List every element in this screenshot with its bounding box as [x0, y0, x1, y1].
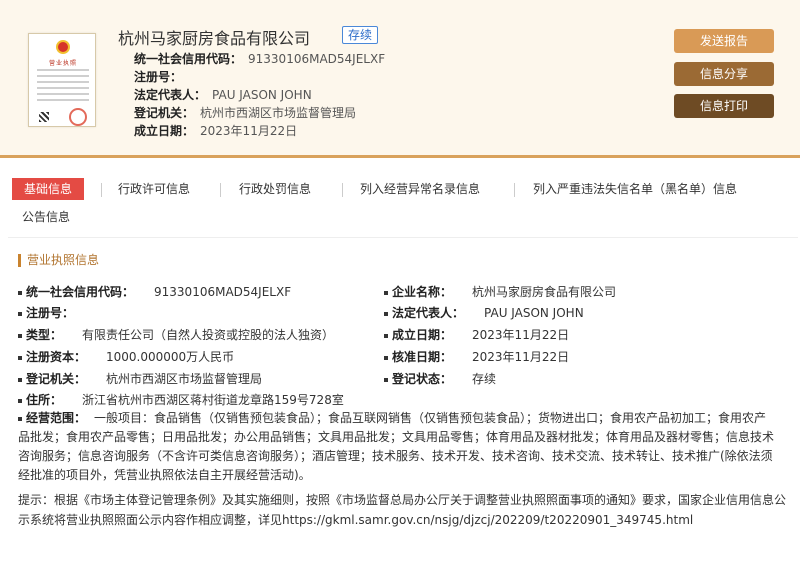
tab-blacklist[interactable]: 列入严重违法失信名单（黑名单）信息	[533, 178, 737, 200]
divider	[8, 237, 798, 238]
header-row-authority: 登记机关： 杭州市西湖区市场监督管理局	[134, 106, 357, 120]
business-scope: 经营范围： 一般项目：食品销售（仅销售预包装食品）；食品互联网销售（仅销售预包装食…	[18, 411, 775, 482]
status-badge: 存续	[342, 26, 379, 44]
field-type: 类型： 有限责任公司（自然人投资或控股的法人独资）	[18, 326, 334, 343]
national-emblem-icon	[56, 40, 70, 54]
seal-icon	[69, 108, 87, 126]
company-name: 杭州马家厨房食品有限公司	[118, 29, 311, 48]
tab-basic-info[interactable]: 基础信息	[12, 178, 85, 200]
tab-admin-penalty[interactable]: 行政处罚信息	[239, 178, 311, 200]
tab-admin-license[interactable]: 行政许可信息	[118, 178, 190, 200]
company-header: 营业执照 杭州马家厨房食品有限公司 存续 统一社会信用代码： 91330106MA…	[0, 0, 800, 158]
header-row-established: 成立日期： 2023年11月22日	[134, 124, 298, 138]
section-title: 营业执照信息	[18, 254, 99, 267]
field-address: 住所： 浙江省杭州市西湖区蒋村街道龙章路159号728室	[18, 391, 344, 408]
business-license-thumbnail[interactable]: 营业执照	[28, 33, 96, 127]
header-row-reg-no: 注册号：	[134, 70, 183, 84]
field-reg-no: 注册号：	[18, 304, 94, 321]
notice-tip: 提示：根据《市场主体登记管理条例》及其实施细则，按照《市场监督总局办公厅关于调整…	[18, 493, 787, 527]
field-capital: 注册资本： 1000.000000万人民币	[18, 348, 234, 365]
share-info-button[interactable]: 信息分享	[674, 62, 774, 86]
business-scope-text: 一般项目：食品销售（仅销售预包装食品）；食品互联网销售（仅销售预包装食品）；货物…	[18, 411, 775, 482]
tab-announcements[interactable]: 公告信息	[22, 206, 70, 228]
field-authority: 登记机关： 杭州市西湖区市场监督管理局	[18, 370, 262, 387]
field-company-name: 企业名称： 杭州马家厨房食品有限公司	[384, 283, 616, 300]
field-approval-date: 核准日期： 2023年11月22日	[384, 348, 569, 365]
qr-code-icon	[39, 112, 49, 122]
field-reg-status: 登记状态： 存续	[384, 370, 496, 387]
tab-abnormal-list[interactable]: 列入经营异常名录信息	[360, 178, 480, 200]
field-established: 成立日期： 2023年11月22日	[384, 326, 569, 343]
field-credit-code: 统一社会信用代码： 91330106MAD54JELXF	[18, 283, 291, 300]
header-row-legal-rep: 法定代表人： PAU JASON JOHN	[134, 88, 312, 102]
license-thumb-title: 营业执照	[48, 60, 77, 67]
header-row-credit-code: 统一社会信用代码： 91330106MAD54JELXF	[134, 52, 386, 66]
send-report-button[interactable]: 发送报告	[674, 29, 774, 53]
field-legal-rep: 法定代表人： PAU JASON JOHN	[384, 304, 584, 321]
print-info-button[interactable]: 信息打印	[674, 94, 774, 118]
